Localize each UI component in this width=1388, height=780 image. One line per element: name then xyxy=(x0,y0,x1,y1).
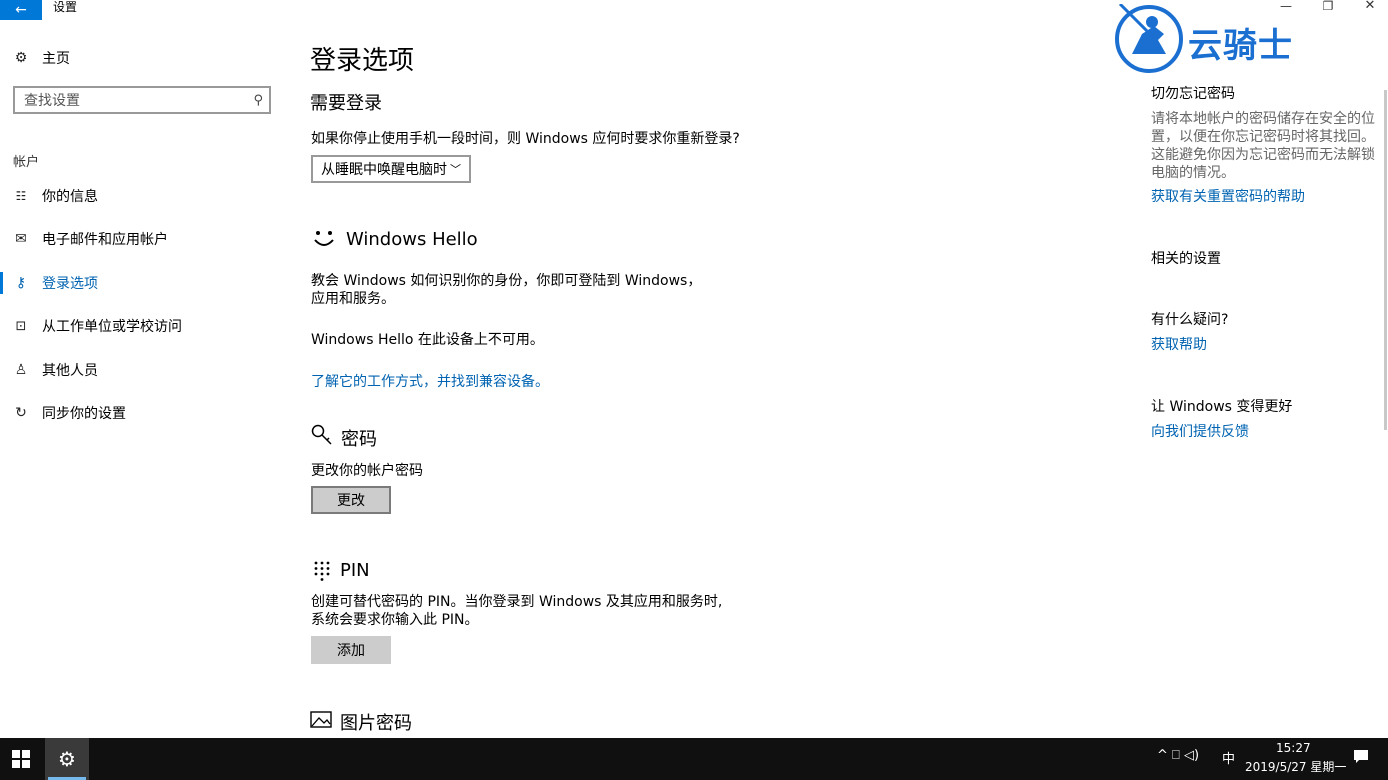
chevron-down-icon: ﹀ xyxy=(450,163,461,176)
related-settings-heading: 相关的设置 xyxy=(1151,251,1221,267)
scrollbar-thumb[interactable] xyxy=(1384,90,1387,430)
taskbar-date[interactable]: 2019/5/27 星期一 xyxy=(1245,758,1346,775)
sidebar-section-label: 帐户 xyxy=(13,155,40,170)
windows-hello-desc: 教会 Windows 如何识别你的身份，你即可登陆到 Windows，应用和服务… xyxy=(311,273,702,307)
search-placeholder: 查找设置 xyxy=(24,93,80,109)
picture-icon xyxy=(310,711,332,732)
search-input[interactable]: 查找设置 ⚲ xyxy=(13,86,271,114)
ime-indicator[interactable]: 中 xyxy=(1222,748,1235,767)
back-arrow-icon: ← xyxy=(15,2,27,18)
sidebar-item-label: 同步你的设置 xyxy=(42,406,126,422)
password-heading: 密码 xyxy=(341,429,377,450)
briefcase-icon: ⊡ xyxy=(15,318,27,334)
sidebar-item-label: 你的信息 xyxy=(42,189,98,205)
gear-icon: ⚙ xyxy=(14,50,28,66)
settings-taskbar-icon[interactable]: ⚙ xyxy=(45,738,89,780)
tray-icons[interactable]: ^ ⎕ ◁) xyxy=(1157,748,1199,763)
pin-desc-line1: 创建可替代密码的 PIN。当你登录到 Windows 及其应用和服务时, xyxy=(311,594,723,610)
app-title: 设置 xyxy=(53,0,78,14)
sidebar-item-sync[interactable]: ↻ 同步你的设置 xyxy=(0,398,280,428)
reset-password-help-link[interactable]: 获取有关重置密码的帮助 xyxy=(1151,188,1305,206)
forgot-password-line: 这能避免你因为忘记密码而无法解锁 xyxy=(1151,147,1375,163)
pin-desc-line2: 系统会要求你输入此 PIN。 xyxy=(311,612,479,628)
taskbar-time[interactable]: 15:27 xyxy=(1276,741,1311,755)
sidebar-item-work-school[interactable]: ⊡ 从工作单位或学校访问 xyxy=(0,311,280,341)
windows-hello-learn-link[interactable]: 了解它的工作方式，并找到兼容设备。 xyxy=(311,371,549,391)
notification-icon[interactable] xyxy=(1353,749,1369,769)
forgot-password-line: 请将本地帐户的密码储存在安全的位 xyxy=(1151,111,1375,127)
taskbar: ⚙ ^ ⎕ ◁) 中 15:27 2019/5/27 星期一 xyxy=(0,738,1388,780)
sidebar-item-email-accounts[interactable]: ✉ 电子邮件和应用帐户 xyxy=(0,224,280,254)
back-button[interactable]: ← xyxy=(0,0,42,20)
feedback-link[interactable]: 向我们提供反馈 xyxy=(1151,423,1249,441)
pin-heading: PIN xyxy=(340,560,370,581)
sidebar-item-label: 从工作单位或学校访问 xyxy=(42,319,182,335)
password-key-icon xyxy=(311,424,333,450)
improve-windows-heading: 让 Windows 变得更好 xyxy=(1151,399,1293,415)
key-icon: ⚷ xyxy=(15,275,27,291)
mail-icon: ✉ xyxy=(15,231,27,247)
knight-logo-icon xyxy=(1114,2,1184,74)
smiley-icon xyxy=(312,228,336,255)
person-add-icon: ♙ xyxy=(14,362,28,378)
questions-heading: 有什么疑问? xyxy=(1151,312,1229,328)
restore-button[interactable]: ❐ xyxy=(1318,0,1338,12)
forgot-password-line: 电脑的情况。 xyxy=(1151,165,1235,181)
add-pin-button[interactable]: 添加 xyxy=(311,636,391,664)
get-help-link[interactable]: 获取帮助 xyxy=(1151,336,1207,354)
change-password-button[interactable]: 更改 xyxy=(311,486,391,514)
require-signin-heading: 需要登录 xyxy=(310,93,382,114)
signin-timing-value: 从睡眠中唤醒电脑时 xyxy=(321,162,447,178)
page-title: 登录选项 xyxy=(310,46,415,76)
sidebar-home[interactable]: ⚙ 主页 xyxy=(0,43,280,73)
windows-hello-heading: Windows Hello xyxy=(346,229,478,250)
pin-keypad-icon xyxy=(314,561,330,585)
sidebar-item-other-people[interactable]: ♙ 其他人员 xyxy=(0,355,280,385)
sidebar-item-label: 电子邮件和应用帐户 xyxy=(42,232,168,248)
close-button[interactable]: ✕ xyxy=(1360,0,1380,12)
person-card-icon: ☷ xyxy=(15,189,27,203)
sidebar-item-signin-options[interactable]: ⚷ 登录选项 xyxy=(0,268,280,298)
picture-password-heading: 图片密码 xyxy=(340,713,412,734)
sync-icon: ↻ xyxy=(15,405,27,421)
minimize-button[interactable]: — xyxy=(1276,0,1296,12)
signin-timing-select[interactable]: 从睡眠中唤醒电脑时 ﹀ xyxy=(311,155,471,183)
sidebar-item-label: 登录选项 xyxy=(42,276,98,292)
require-signin-question: 如果你停止使用手机一段时间，则 Windows 应何时要求你重新登录? xyxy=(311,131,740,147)
watermark-text: 云骑士 xyxy=(1188,26,1293,66)
windows-hello-unavailable: Windows Hello 在此设备上不可用。 xyxy=(311,332,544,348)
sidebar-item-your-info[interactable]: ☷ 你的信息 xyxy=(0,181,280,211)
sidebar-home-label: 主页 xyxy=(42,51,70,67)
sidebar-item-label: 其他人员 xyxy=(42,363,98,379)
password-desc: 更改你的帐户密码 xyxy=(311,463,423,479)
search-icon[interactable]: ⚲ xyxy=(253,93,263,108)
windows-start-icon[interactable] xyxy=(12,750,30,772)
forgot-password-line: 置，以便在你忘记密码时将其找回。 xyxy=(1151,129,1375,145)
forgot-password-heading: 切勿忘记密码 xyxy=(1151,86,1235,102)
